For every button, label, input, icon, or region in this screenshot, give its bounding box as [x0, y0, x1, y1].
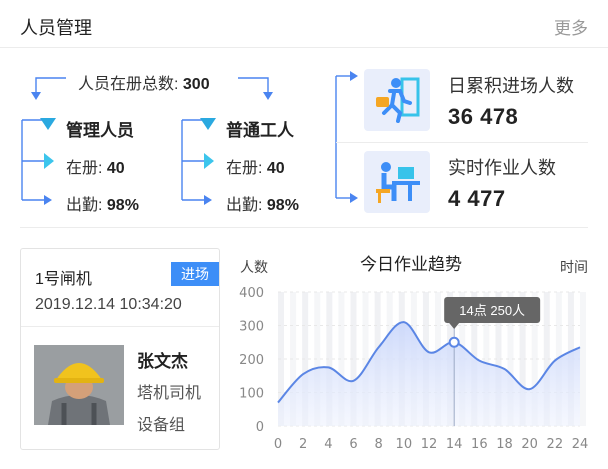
x-tick-label: 0: [274, 437, 282, 452]
gate-name: 1号闸机: [35, 271, 92, 288]
chart-title: 今日作业趋势: [360, 255, 462, 274]
caret-down-icon: [40, 118, 56, 130]
attendance-value: 98%: [266, 197, 299, 214]
daily-entries-label: 日累积进场人数: [448, 76, 574, 96]
x-tick-label: 18: [496, 437, 513, 452]
group-manager-attendance: 出勤: 98%: [66, 191, 139, 215]
y-tick-label: 400: [239, 286, 264, 301]
registered-value: 40: [266, 160, 285, 177]
registered-label: 在册:: [226, 160, 267, 177]
x-tick-label: 14: [446, 437, 463, 452]
panel-title: 人员管理: [20, 18, 92, 38]
x-tick-label: 6: [349, 437, 357, 452]
gate-card-divider: [21, 326, 219, 327]
attendance-value: 98%: [106, 197, 139, 214]
x-tick-label: 16: [471, 437, 488, 452]
realtime-workers-value: 4 477: [448, 186, 506, 211]
group-manager-name: 管理人员: [66, 121, 134, 140]
daily-entries-value: 36 478: [448, 104, 519, 129]
total-registered-value: 300: [182, 76, 210, 93]
group-manager-registered: 在册: 40: [66, 154, 125, 178]
panel-header: 人员管理 更多: [0, 0, 608, 48]
caret-down-icon: [200, 118, 216, 130]
gate-record-card[interactable]: 1号闸机 进场 2019.12.14 10:34:20 张文杰 塔机司机 设备组: [20, 248, 220, 450]
y-tick-label: 0: [256, 420, 264, 435]
realtime-workers-label: 实时作业人数: [448, 158, 556, 178]
x-tick-label: 10: [396, 437, 413, 452]
summary-connectors: [335, 71, 358, 203]
chart-x-axis-label: 时间: [560, 259, 588, 275]
group-worker-attendance: 出勤: 98%: [226, 191, 299, 215]
attendance-label: 出勤:: [66, 197, 107, 214]
grid-band: [580, 292, 586, 426]
worker-photo: [34, 345, 124, 425]
registered-label: 在册:: [66, 160, 107, 177]
person-name: 张文杰: [137, 352, 188, 371]
section-divider: [20, 227, 588, 228]
total-registered: 人员在册总数: 300: [78, 70, 210, 94]
tooltip-text: 14点 250人: [459, 303, 525, 318]
x-tick-label: 2: [299, 437, 307, 452]
x-tick-label: 22: [547, 437, 564, 452]
y-tick-label: 300: [239, 320, 264, 335]
person-group: 设备组: [137, 417, 186, 434]
y-tick-label: 200: [239, 353, 264, 368]
x-tick-label: 20: [521, 437, 538, 452]
chart-y-axis-label: 人数: [240, 259, 268, 275]
gate-timestamp: 2019.12.14 10:34:20: [35, 296, 182, 313]
x-tick-label: 24: [572, 437, 589, 452]
tooltip-point: [448, 336, 460, 348]
attendance-label: 出勤:: [226, 197, 267, 214]
entering-person-icon: [364, 69, 430, 131]
y-tick-label: 100: [239, 387, 264, 402]
group-worker-name: 普通工人: [226, 121, 294, 140]
gate-status-badge: 进场: [171, 262, 219, 286]
group-worker-registered: 在册: 40: [226, 154, 285, 178]
total-registered-label: 人员在册总数:: [78, 76, 183, 93]
x-tick-label: 12: [421, 437, 438, 452]
registered-value: 40: [106, 160, 125, 177]
more-link[interactable]: 更多: [554, 14, 588, 39]
x-tick-label: 8: [375, 437, 383, 452]
x-tick-label: 4: [324, 437, 332, 452]
person-role: 塔机司机: [137, 385, 202, 402]
worker-at-desk-icon: [364, 151, 430, 213]
trend-chart[interactable]: 01002003004000 2 4 6 8 10 12 14 16 18 20 22 24 14点 2…: [230, 280, 600, 456]
summary-divider: [336, 142, 588, 143]
